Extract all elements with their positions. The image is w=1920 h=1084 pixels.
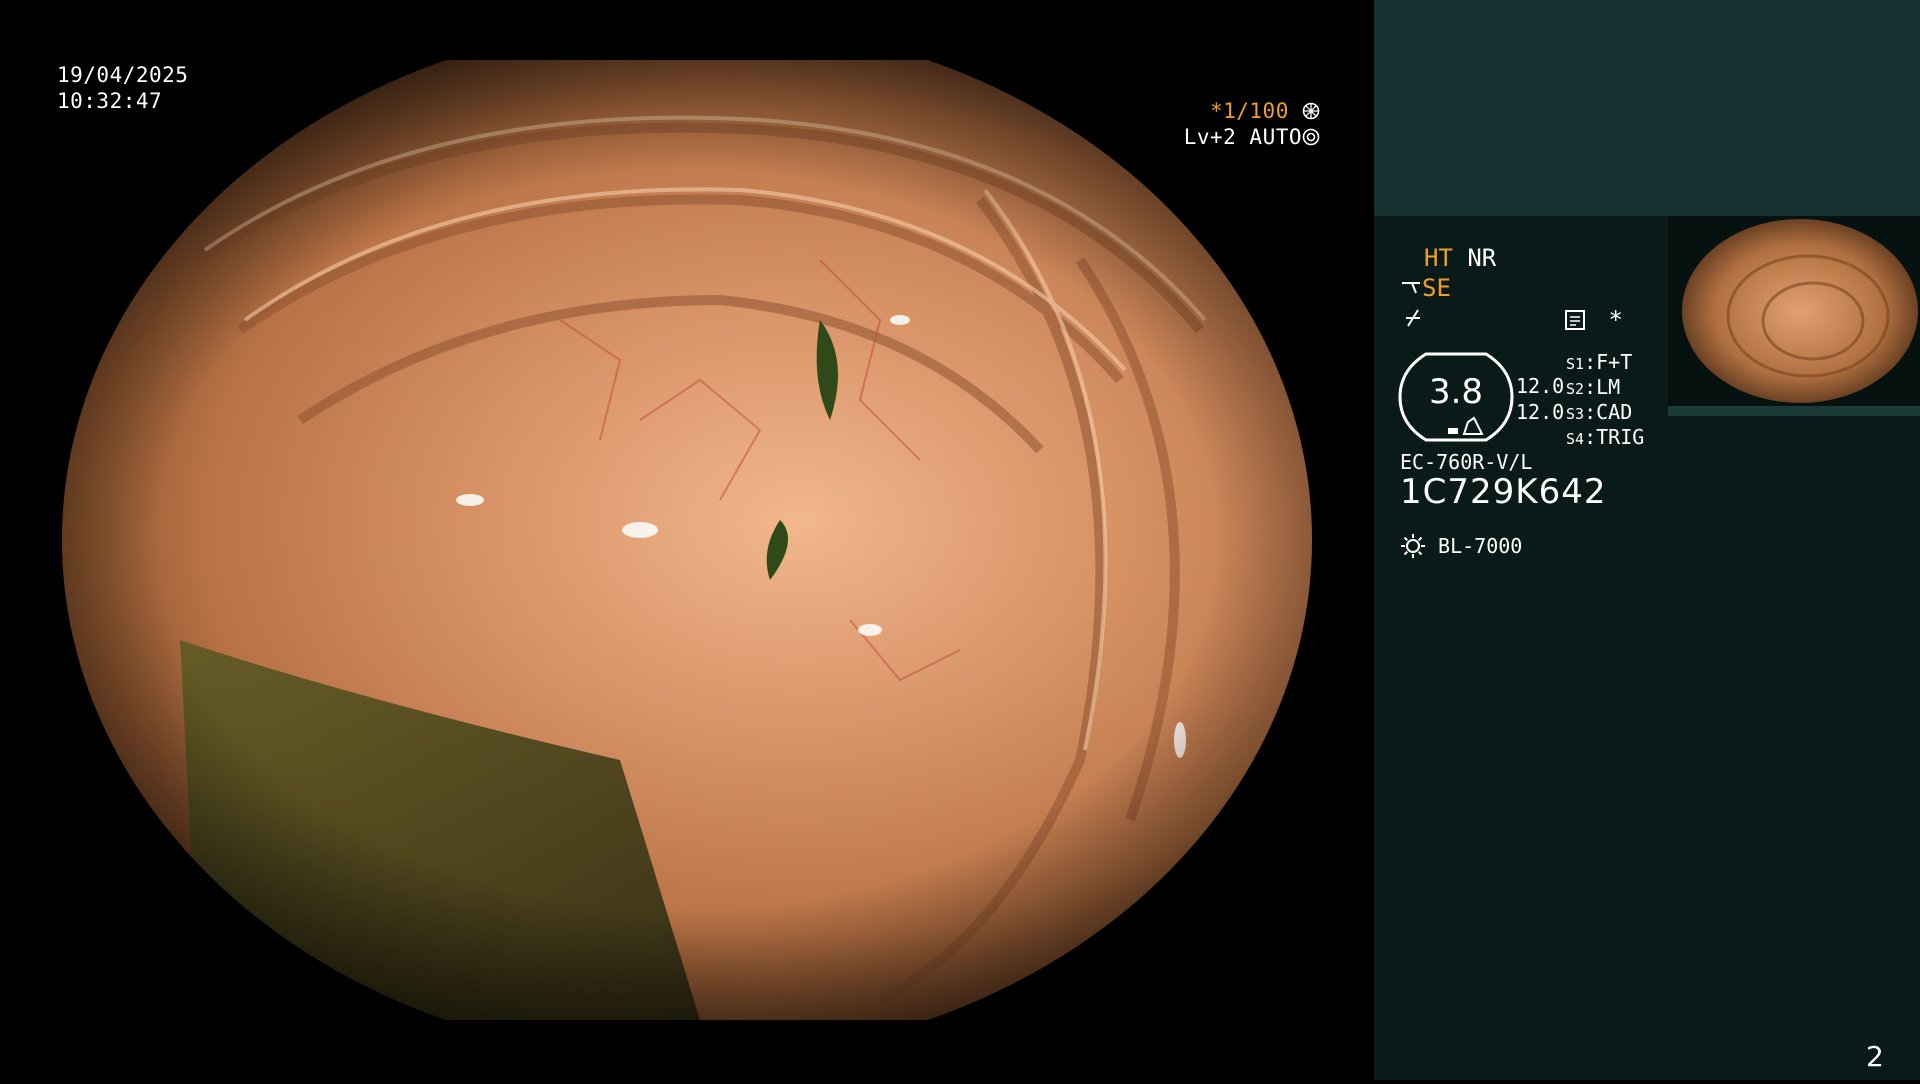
switch-key: S3	[1566, 405, 1585, 423]
upper-value: 12.0	[1516, 374, 1565, 398]
gauge: 3.8	[1398, 350, 1514, 444]
thumbnail-preview[interactable]	[1668, 216, 1920, 416]
datetime: 19/04/2025 10:32:47	[57, 62, 188, 114]
iris-icon	[1302, 128, 1320, 146]
scope-serial: 1C729K642	[1400, 472, 1607, 512]
exposure-settings: *1/100 Lv+2 AUTO	[1130, 98, 1320, 150]
gauge-value: 3.8	[1428, 372, 1484, 412]
freeze-row	[1402, 306, 1424, 334]
shutter-row: *1/100	[1130, 98, 1320, 124]
light-source-row: BL-7000	[1400, 532, 1522, 560]
memo-icon	[1565, 310, 1585, 330]
shutter-prefix: *	[1209, 99, 1224, 123]
aperture-icon	[1302, 102, 1320, 120]
switch-key: S1	[1566, 355, 1585, 373]
switch-key: S4	[1566, 430, 1585, 448]
se-row: SE	[1400, 274, 1451, 302]
page-number: 2	[1866, 1040, 1884, 1073]
iris-mode: AUTO	[1249, 125, 1302, 149]
switch-s4: S4:TRIG	[1566, 425, 1645, 449]
freeze-icon	[1406, 309, 1420, 327]
time: 10:32:47	[57, 89, 163, 113]
lower-value: 12.0	[1516, 400, 1565, 424]
side-panel-header	[1374, 0, 1920, 216]
iris-row: Lv+2 AUTO	[1130, 124, 1320, 150]
asterisk-indicator: *	[1608, 306, 1623, 334]
switch-value: LM	[1596, 375, 1621, 399]
ht-nr-row: HT NR	[1424, 244, 1496, 272]
switch-key: S2	[1566, 380, 1585, 398]
endoscope-image	[62, 60, 1312, 1020]
switch-value: F+T	[1596, 350, 1633, 374]
thumbnail-image	[1682, 219, 1918, 403]
level: Lv+2	[1183, 125, 1237, 149]
memo-row: *	[1564, 306, 1623, 334]
ht-indicator: HT	[1424, 244, 1453, 272]
switch-value: CAD	[1596, 400, 1633, 424]
endoscope-view	[0, 0, 1374, 1080]
light-source-icon	[1401, 534, 1425, 558]
switch-value: TRIG	[1596, 425, 1645, 449]
date: 19/04/2025	[57, 63, 189, 87]
thumbnail-bar	[1668, 406, 1920, 416]
shutter-speed: 1/100	[1223, 99, 1289, 123]
water-jet-icon	[1402, 282, 1420, 294]
nr-indicator: NR	[1467, 244, 1497, 272]
light-source: BL-7000	[1438, 534, 1523, 558]
se-indicator: SE	[1422, 274, 1451, 302]
